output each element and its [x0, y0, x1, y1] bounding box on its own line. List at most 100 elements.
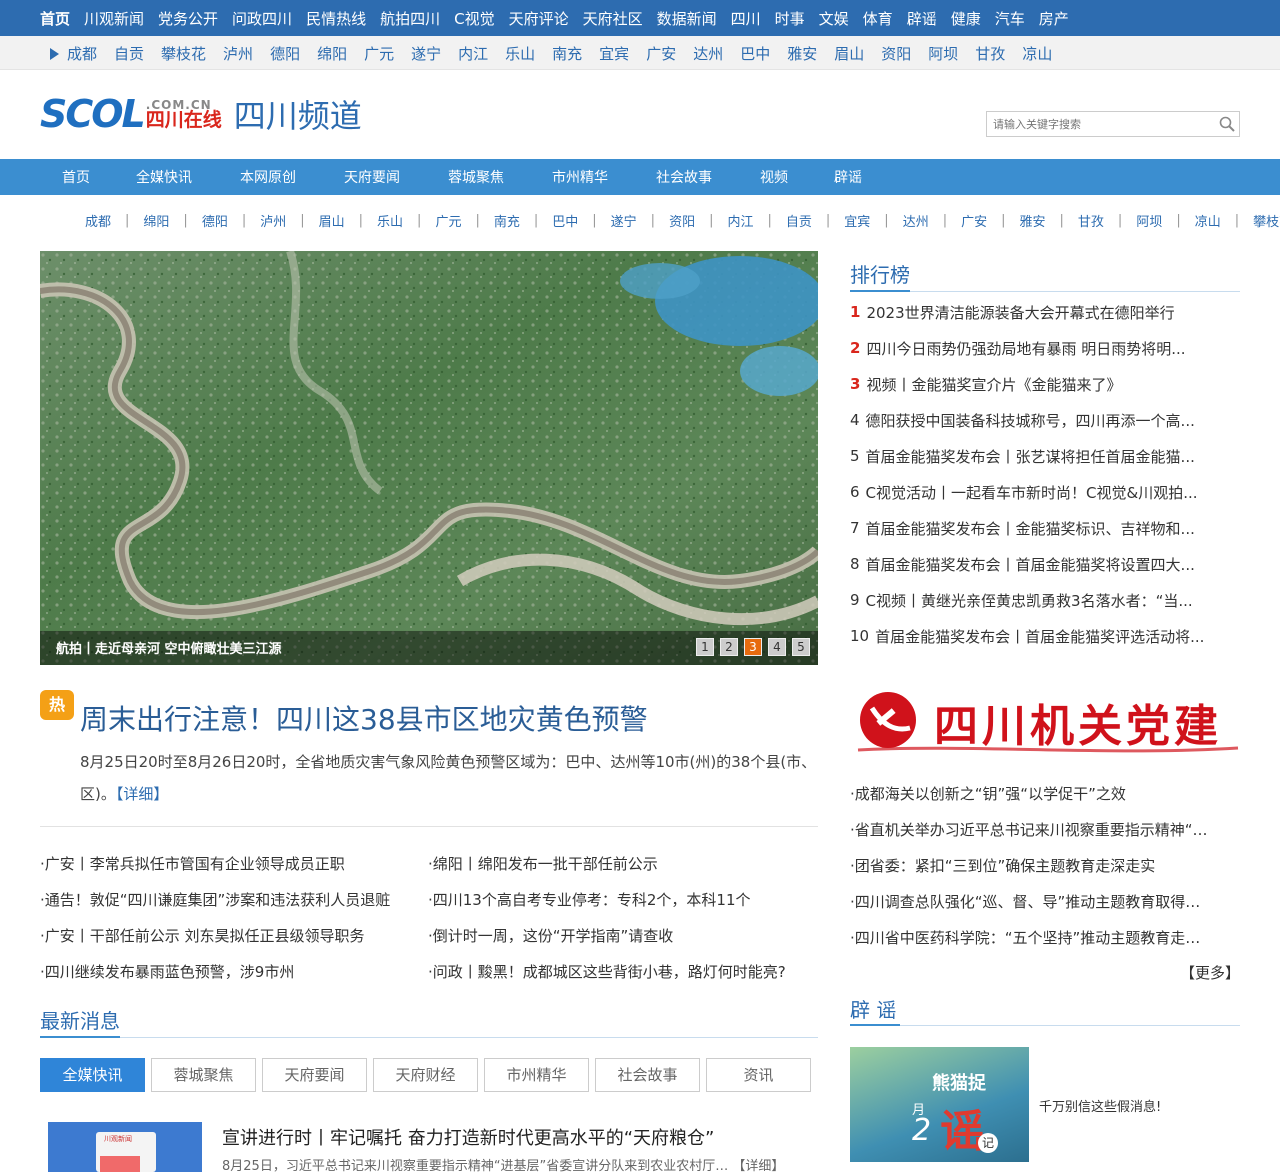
ranking-item[interactable]: 4 德阳获授中国装备科技城称号，四川再添一个高...: [850, 402, 1240, 438]
city-link[interactable]: 雅安: [787, 43, 817, 64]
topnav-item[interactable]: 数据新闻: [657, 8, 717, 29]
headline-title[interactable]: 周末出行注意！四川这38县市区地灾黄色预警: [80, 698, 648, 738]
slider-page-button[interactable]: 3: [744, 638, 762, 656]
slider-caption[interactable]: 航拍丨走近母亲河 空中俯瞰壮美三江源: [56, 638, 282, 657]
city-link[interactable]: 绵阳: [317, 43, 347, 64]
rank-title[interactable]: 首届金能猫奖发布会丨首届金能猫奖评选活动将...: [875, 626, 1204, 647]
latest-tab[interactable]: 蓉城聚焦: [151, 1058, 256, 1092]
latest-thumbnail[interactable]: 川观新闻: [48, 1122, 202, 1172]
slider-page-button[interactable]: 1: [696, 638, 714, 656]
search-input[interactable]: [987, 112, 1207, 136]
topnav-item[interactable]: 体育: [863, 8, 893, 29]
latest-tab[interactable]: 资讯: [706, 1058, 811, 1092]
latest-tab[interactable]: 全媒快讯: [40, 1058, 145, 1092]
topnav-item[interactable]: 时事: [775, 8, 805, 29]
topnav-item[interactable]: 文娱: [819, 8, 849, 29]
party-banner[interactable]: 四川机关党建: [850, 684, 1240, 762]
ranking-item[interactable]: 7 首届金能猫奖发布会丨金能猫奖标识、吉祥物和...: [850, 510, 1240, 546]
party-news-link[interactable]: ·四川省中医药科学院：“五个坚持”推动主题教育走…: [850, 919, 1242, 955]
search-icon[interactable]: [1219, 116, 1235, 132]
news-link[interactable]: ·倒计时一周，这份“开学指南”请查收: [428, 925, 816, 946]
latest-item-title[interactable]: 宣讲进行时丨牢记嘱托 奋力打造新时代更高水平的“天府粮仓”: [222, 1124, 714, 1150]
slider-page-button[interactable]: 4: [768, 638, 786, 656]
sub-city-link[interactable]: 乐山: [377, 211, 403, 230]
city-link[interactable]: 甘孜: [975, 43, 1005, 64]
city-link[interactable]: 成都: [67, 43, 97, 64]
more-link[interactable]: 【更多】: [1180, 962, 1240, 983]
rank-title[interactable]: 首届金能猫奖发布会丨金能猫奖标识、吉祥物和...: [866, 518, 1195, 539]
rumor-image[interactable]: 熊猫捉 谣 2 月 记: [850, 1047, 1029, 1162]
topnav-item[interactable]: 天府评论: [509, 8, 569, 29]
aerial-river-photo[interactable]: [40, 251, 818, 665]
main-nav-item[interactable]: 社会故事: [656, 167, 760, 187]
sub-city-link[interactable]: 成都: [85, 211, 111, 230]
topnav-item[interactable]: 健康: [951, 8, 981, 29]
ranking-item[interactable]: 3 视频丨金能猫奖宣介片《金能猫来了》: [850, 366, 1240, 402]
ranking-item[interactable]: 2 四川今日雨势仍强劲局地有暴雨 明日雨势将明...: [850, 330, 1240, 366]
city-link[interactable]: 凉山: [1022, 43, 1052, 64]
news-link[interactable]: ·广安丨干部任前公示 刘东昊拟任正县级领导职务: [40, 925, 428, 946]
news-link[interactable]: ·绵阳丨绵阳发布一批干部任前公示: [428, 853, 816, 874]
city-link[interactable]: 达州: [693, 43, 723, 64]
city-link[interactable]: 乐山: [505, 43, 535, 64]
sub-city-link[interactable]: 自贡: [786, 211, 812, 230]
sub-city-link[interactable]: 绵阳: [143, 211, 169, 230]
news-link[interactable]: ·四川继续发布暴雨蓝色预警，涉9市州: [40, 961, 428, 982]
city-link[interactable]: 攀枝花: [161, 43, 206, 64]
city-link[interactable]: 宜宾: [599, 43, 629, 64]
news-link[interactable]: ·问政丨黢黑！成都城区这些背街小巷，路灯何时能亮?: [428, 961, 816, 982]
news-link[interactable]: ·广安丨李常兵拟任市管国有企业领导成员正职: [40, 853, 428, 874]
rank-title[interactable]: 首届金能猫奖发布会丨张艺谋将担任首届金能猫...: [866, 446, 1195, 467]
news-link[interactable]: ·通告！敦促“四川谦庭集团”涉案和违法获利人员退赃: [40, 889, 428, 910]
sub-city-link[interactable]: 泸州: [260, 211, 286, 230]
rank-title[interactable]: C视觉活动丨一起看车市新时尚！C视觉&川观拍...: [866, 482, 1198, 503]
latest-tab[interactable]: 社会故事: [595, 1058, 700, 1092]
main-nav-item[interactable]: 首页: [62, 167, 136, 187]
sub-city-link[interactable]: 宜宾: [844, 211, 870, 230]
sub-city-link[interactable]: 巴中: [552, 211, 578, 230]
topnav-item[interactable]: 四川: [731, 8, 761, 29]
topnav-item[interactable]: 天府社区: [583, 8, 643, 29]
rank-title[interactable]: 2023世界清洁能源装备大会开幕式在德阳举行: [866, 302, 1174, 323]
sub-city-link[interactable]: 眉山: [319, 211, 345, 230]
rank-title[interactable]: 视频丨金能猫奖宣介片《金能猫来了》: [866, 374, 1121, 395]
city-link[interactable]: 自贡: [114, 43, 144, 64]
sub-city-link[interactable]: 德阳: [202, 211, 228, 230]
rank-title[interactable]: C视频丨黄继光亲侄黄忠凯勇救3名落水者：“当...: [866, 590, 1193, 611]
sub-city-link[interactable]: 南充: [494, 211, 520, 230]
photo-slider[interactable]: 航拍丨走近母亲河 空中俯瞰壮美三江源 12345: [40, 251, 818, 665]
sub-city-link[interactable]: 资阳: [669, 211, 695, 230]
sub-city-link[interactable]: 达州: [903, 211, 929, 230]
party-news-link[interactable]: ·成都海关以创新之“钥”强“以学促干”之效: [850, 775, 1242, 811]
city-link[interactable]: 遂宁: [411, 43, 441, 64]
city-link[interactable]: 眉山: [834, 43, 864, 64]
site-logo[interactable]: SCOL .COM.CN 四川在线 四川频道: [40, 92, 362, 136]
rank-title[interactable]: 首届金能猫奖发布会丨首届金能猫奖将设置四大...: [866, 554, 1195, 575]
ranking-item[interactable]: 5 首届金能猫奖发布会丨张艺谋将担任首届金能猫...: [850, 438, 1240, 474]
topnav-item[interactable]: 首页: [40, 8, 70, 29]
main-nav-item[interactable]: 蓉城聚焦: [448, 167, 552, 187]
sub-city-link[interactable]: 遂宁: [611, 211, 637, 230]
main-nav-item[interactable]: 辟谣: [834, 167, 894, 187]
topnav-item[interactable]: 川观新闻: [84, 8, 144, 29]
ranking-item[interactable]: 10 首届金能猫奖发布会丨首届金能猫奖评选活动将...: [850, 618, 1240, 654]
sub-city-link[interactable]: 攀枝花: [1253, 211, 1280, 230]
party-news-link[interactable]: ·团省委：紧扣“三到位”确保主题教育走深走实: [850, 847, 1242, 883]
sub-city-link[interactable]: 广元: [435, 211, 461, 230]
city-link[interactable]: 广元: [364, 43, 394, 64]
ranking-item[interactable]: 1 2023世界清洁能源装备大会开幕式在德阳举行: [850, 294, 1240, 330]
sub-city-link[interactable]: 甘孜: [1078, 211, 1104, 230]
latest-tab[interactable]: 天府财经: [373, 1058, 478, 1092]
sub-city-link[interactable]: 凉山: [1195, 211, 1221, 230]
news-link[interactable]: ·四川13个高自考专业停考：专科2个，本科11个: [428, 889, 816, 910]
topnav-item[interactable]: 辟谣: [907, 8, 937, 29]
ranking-item[interactable]: 9 C视频丨黄继光亲侄黄忠凯勇救3名落水者：“当...: [850, 582, 1240, 618]
headline-detail-link[interactable]: 【详细】: [116, 785, 169, 803]
ranking-item[interactable]: 8 首届金能猫奖发布会丨首届金能猫奖将设置四大...: [850, 546, 1240, 582]
city-link[interactable]: 泸州: [223, 43, 253, 64]
topnav-item[interactable]: 民情热线: [306, 8, 366, 29]
ranking-item[interactable]: 6 C视觉活动丨一起看车市新时尚！C视觉&川观拍...: [850, 474, 1240, 510]
main-nav-item[interactable]: 天府要闻: [344, 167, 448, 187]
city-link[interactable]: 德阳: [270, 43, 300, 64]
topnav-item[interactable]: 汽车: [995, 8, 1025, 29]
